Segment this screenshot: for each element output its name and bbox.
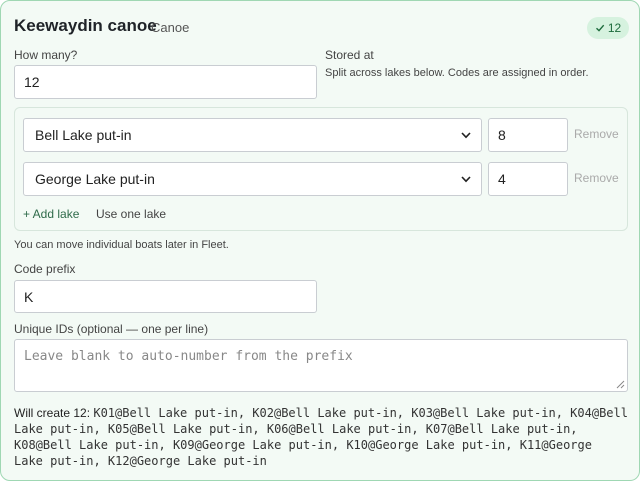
resize-handle-icon[interactable]	[616, 380, 625, 389]
stored-at-label: Stored at	[325, 48, 374, 62]
lake-select-2-value: George Lake put-in	[35, 171, 155, 187]
unique-ids-placeholder: Leave blank to auto-number from the pref…	[24, 349, 353, 364]
check-icon	[595, 24, 605, 32]
boat-title: Keewaydin canoe	[14, 16, 157, 35]
use-one-lake-button[interactable]: Use one lake	[96, 207, 166, 221]
boat-batch-card: Keewaydin canoe Canoe 12 How many? 12 St…	[0, 0, 640, 481]
boat-type: Canoe	[151, 20, 190, 35]
stored-at-hint: Split across lakes below. Codes are assi…	[325, 67, 589, 79]
how-many-label: How many?	[14, 48, 78, 62]
unique-ids-label: Unique IDs (optional — one per line)	[14, 322, 209, 336]
lake-select-1[interactable]: Bell Lake put-in	[23, 118, 482, 152]
add-lake-button[interactable]: + Add lake	[23, 207, 79, 221]
lake-select-1-value: Bell Lake put-in	[35, 127, 132, 143]
lake-count-input-2[interactable]: 4	[488, 162, 568, 196]
badge-count: 12	[607, 21, 622, 35]
summary-codes: K01@Bell Lake put-in, K02@Bell Lake put-…	[14, 406, 628, 468]
unique-ids-textarea[interactable]: Leave blank to auto-number from the pref…	[14, 339, 628, 392]
code-prefix-label: Code prefix	[14, 262, 76, 276]
remove-lake-button-2[interactable]: Remove	[574, 171, 619, 185]
chevron-down-icon	[461, 132, 471, 139]
lake-count-input-1[interactable]: 8	[488, 118, 568, 152]
create-summary: Will create 12: K01@Bell Lake put-in, K0…	[14, 405, 628, 469]
remove-lake-button-1[interactable]: Remove	[574, 127, 619, 141]
code-prefix-input[interactable]: K	[14, 280, 317, 313]
count-badge: 12	[587, 17, 629, 39]
summary-prefix: Will create 12:	[14, 406, 94, 420]
lake-select-2[interactable]: George Lake put-in	[23, 162, 482, 196]
quantity-input[interactable]: 12	[14, 65, 317, 99]
chevron-down-icon	[461, 176, 471, 183]
fleet-note: You can move individual boats later in F…	[14, 239, 229, 251]
